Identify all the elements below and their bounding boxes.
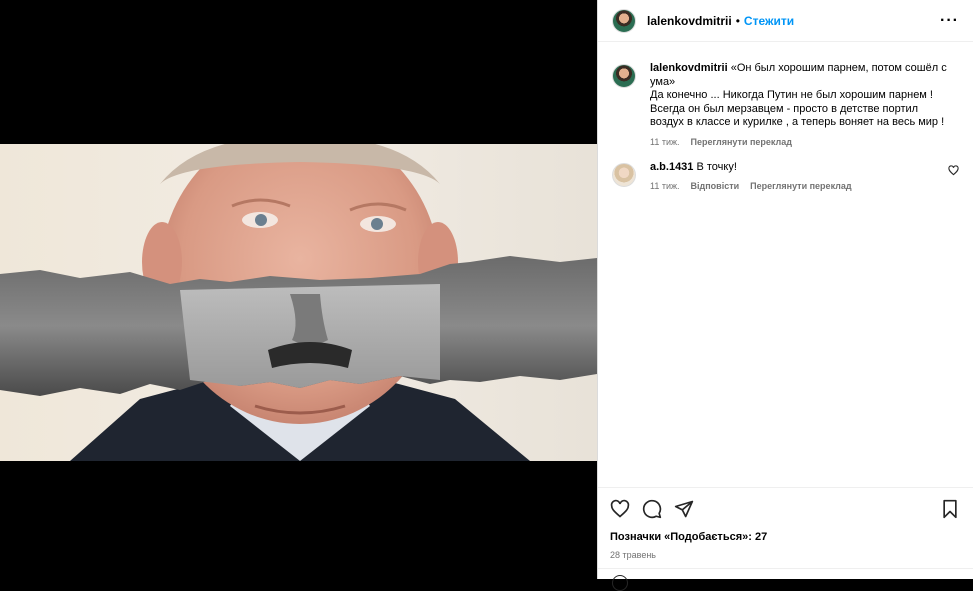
post-header: lalenkovdmitrii • Стежити ··· [598,0,973,42]
comment-like-heart-icon[interactable] [948,164,959,176]
emoji-icon[interactable] [612,575,628,591]
follow-button[interactable]: Стежити [744,14,794,28]
reply-link[interactable]: Відповісти [691,181,740,191]
see-translation-link[interactable]: Переглянути переклад [691,137,792,147]
add-comment-bar [598,568,973,591]
media-pane [0,0,597,579]
comment-time[interactable]: 11 тиж. [650,181,680,191]
comments-list: lalenkovdmitrii «Он был хорошим парнем, … [598,42,973,191]
see-translation-link[interactable]: Переглянути переклад [750,181,851,191]
action-bar [610,498,960,520]
post-image[interactable] [0,144,597,461]
comment-icon[interactable] [642,499,662,519]
comment-body: lalenkovdmitrii «Он был хорошим парнем, … [650,62,956,147]
post-image-art [0,144,597,461]
comment-content: В точку! [696,160,737,173]
comment-text: lalenkovdmitrii «Он был хорошим парнем, … [650,62,956,130]
post-date: 28 травень [610,550,656,560]
comment-username[interactable]: lalenkovdmitrii [650,62,728,74]
comment-body: a.b.1431 В точку! 11 тиж. Відповісти Пер… [650,161,956,192]
commenter-avatar[interactable] [612,64,636,88]
comment-meta: 11 тиж. Відповісти Переглянути переклад [650,181,956,191]
heart-icon[interactable] [610,499,630,519]
author-avatar[interactable] [612,8,636,33]
likes-count[interactable]: Позначки «Подобається»: 27 [610,531,960,543]
bookmark-icon[interactable] [940,499,960,519]
caption-comment: lalenkovdmitrii «Он был хорошим парнем, … [612,62,959,147]
comment-time[interactable]: 11 тиж. [650,137,680,147]
comment-username[interactable]: a.b.1431 [650,161,693,173]
comment-item: a.b.1431 В точку! 11 тиж. Відповісти Пер… [612,161,959,192]
separator-dot: • [735,13,740,28]
send-icon[interactable] [674,499,694,519]
more-icon[interactable]: ··· [940,12,959,28]
post-details-panel: lalenkovdmitrii • Стежити ··· lalenkovdm… [597,0,973,591]
post-actions-section: Позначки «Подобається»: 27 28 травень [598,487,973,560]
author-username[interactable]: lalenkovdmitrii [647,14,732,28]
commenter-avatar[interactable] [612,162,636,187]
comment-meta: 11 тиж. Переглянути переклад [650,137,956,147]
comment-text: a.b.1431 В точку! [650,161,956,175]
